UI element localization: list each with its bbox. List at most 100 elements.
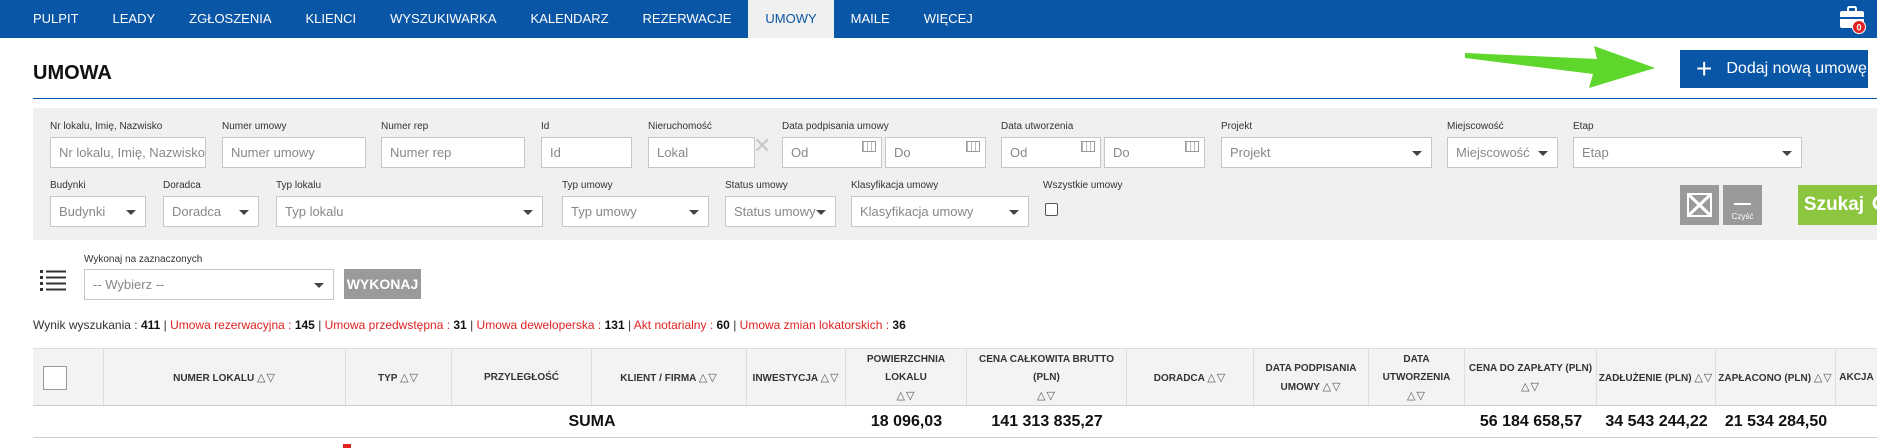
sum-cena-do-zaplaty: 56 184 658,57	[1479, 413, 1583, 430]
wszystkie-umowy-checkbox[interactable]	[1045, 203, 1058, 216]
sort-arrows-icon[interactable]: △▽	[1037, 390, 1056, 402]
search-button[interactable]: Szukaj	[1798, 185, 1877, 225]
nav-item-pulpit[interactable]: PULPIT	[16, 0, 96, 38]
filter-panel: Nr lokalu, Imię, Nazwisko Nr lokalu, Imi…	[33, 108, 1877, 240]
budynki-select-value: Budynki	[59, 204, 106, 219]
stats-item[interactable]: Umowa rezerwacyjna :	[170, 318, 291, 332]
filter-numer-umowy: Numer umowy Numer umowy	[222, 121, 366, 168]
clear-button[interactable]: Czyść	[1723, 185, 1762, 225]
sort-arrows-icon[interactable]: △▽	[821, 372, 840, 384]
th-typ[interactable]: TYP △▽	[346, 349, 452, 407]
th-powierzchnia[interactable]: POWIERZCHNIA LOKALU △▽	[846, 349, 967, 407]
nav-item-zgloszenia[interactable]: ZGŁOSZENIA	[172, 0, 288, 38]
th-label: ZAPŁACONO (PLN)	[1718, 372, 1812, 384]
th-select	[33, 349, 104, 407]
doradca-select[interactable]: Doradca	[163, 196, 259, 227]
add-contract-button[interactable]: + Dodaj nową umowę	[1680, 50, 1868, 88]
nav-item-klienci[interactable]: KLIENCI	[289, 0, 374, 38]
nav-item-umowy[interactable]: UMOWY	[748, 0, 834, 38]
bulk-action-select[interactable]: -- Wybierz --	[84, 269, 334, 300]
filter-label: Numer umowy	[222, 121, 287, 132]
data-podpisania-do-input[interactable]: Do	[885, 137, 986, 168]
nav-item-rezerwacje[interactable]: REZERWACJE	[626, 0, 749, 38]
nav-item-wyszukiwarka[interactable]: WYSZUKIWARKA	[373, 0, 513, 38]
filter-label: Nr lokalu, Imię, Nazwisko	[50, 121, 163, 132]
filter-wszystkie-umowy: Wszystkie umowy	[1043, 180, 1143, 192]
nav-item-wiecej[interactable]: WIĘCEJ	[907, 0, 990, 38]
numer-rep-input[interactable]: Numer rep	[381, 137, 525, 168]
sort-arrows-icon[interactable]: △▽	[1814, 372, 1833, 384]
th-data-podpisania[interactable]: DATA PODPISANIA UMOWY △▽	[1254, 349, 1369, 407]
stats-label: Wynik wyszukania :	[33, 318, 138, 332]
calendar-icon[interactable]	[862, 141, 876, 152]
typ-lokalu-select[interactable]: Typ lokalu	[276, 196, 543, 227]
filter-label: Numer rep	[381, 121, 429, 132]
stats-item[interactable]: Umowa przedwstępna :	[325, 318, 450, 332]
filter-miejscowosc: Miejscowość Miejscowość	[1447, 121, 1558, 168]
data-podpisania-od-input[interactable]: Od	[782, 137, 882, 168]
list-icon[interactable]	[40, 268, 66, 292]
plus-icon: +	[1696, 53, 1713, 84]
filter-label: Data utworzenia	[1001, 121, 1074, 132]
sort-arrows-icon[interactable]: △▽	[897, 390, 916, 402]
nav-item-maile[interactable]: MAILE	[834, 0, 907, 38]
th-klient[interactable]: KLIENT / FIRMA △▽	[592, 349, 747, 407]
doradca-select-value: Doradca	[172, 204, 222, 219]
nav-item-kalendarz[interactable]: KALENDARZ	[514, 0, 626, 38]
nr-lokalu-input[interactable]: Nr lokalu, Imię, Nazwisko	[50, 137, 206, 168]
typ-umowy-select[interactable]: Typ umowy	[562, 196, 709, 227]
th-numer-lokalu[interactable]: NUMER LOKALU △▽	[104, 349, 346, 407]
th-doradca[interactable]: DORADCA △▽	[1127, 349, 1254, 407]
bulk-action-select-value: -- Wybierz --	[93, 277, 165, 292]
data-utworzenia-od-input[interactable]: Od	[1001, 137, 1101, 168]
budynki-select[interactable]: Budynki	[50, 196, 146, 227]
th-data-utworzenia[interactable]: DATA UTWORZENIA △▽	[1369, 349, 1465, 407]
th-cena-calkowita[interactable]: CENA CAŁKOWITA BRUTTO (PLN) △▽	[967, 349, 1127, 407]
numer-umowy-input[interactable]: Numer umowy	[222, 137, 366, 168]
th-przyleglosc: PRZYLEGŁOŚĆ	[452, 349, 592, 407]
th-cena-do-zaplaty[interactable]: CENA DO ZAPŁATY (PLN) △▽	[1465, 349, 1597, 407]
miejscowosc-select[interactable]: Miejscowość	[1447, 137, 1558, 168]
th-label: AKCJA	[1839, 372, 1874, 383]
sort-arrows-icon[interactable]: △▽	[699, 372, 718, 384]
calendar-icon[interactable]	[1185, 141, 1199, 152]
date-to-text: Do	[894, 145, 911, 160]
etap-select[interactable]: Etap	[1573, 137, 1802, 168]
filter-typ-lokalu: Typ lokalu Typ lokalu	[276, 180, 543, 227]
stats-item-value: 131	[604, 318, 625, 332]
chevron-down-icon	[1009, 210, 1019, 215]
clear-filters-x-button[interactable]	[1680, 185, 1719, 225]
th-zadluzenie[interactable]: ZADŁUŻENIE (PLN) △▽	[1597, 349, 1716, 407]
status-umowy-select[interactable]: Status umowy	[725, 196, 836, 227]
id-input[interactable]: Id	[541, 137, 632, 168]
stats-item[interactable]: Umowa zmian lokatorskich :	[740, 318, 889, 332]
klasyfikacja-select[interactable]: Klasyfikacja umowy	[851, 196, 1029, 227]
nieruchomosc-input[interactable]: Lokal	[648, 137, 755, 168]
sort-arrows-icon[interactable]: △▽	[1694, 372, 1713, 384]
stats-item[interactable]: Akt notarialny :	[634, 318, 713, 332]
table-header: NUMER LOKALU △▽ TYP △▽ PRZYLEGŁOŚĆ KLIEN…	[33, 348, 1877, 407]
search-stats: Wynik wyszukania : 411 | Umowa rezerwacy…	[33, 318, 906, 332]
clear-x-icon[interactable]: ✕	[753, 133, 771, 159]
sort-arrows-icon[interactable]: △▽	[1323, 381, 1342, 393]
calendar-icon[interactable]	[1081, 141, 1095, 152]
th-zaplacono[interactable]: ZAPŁACONO (PLN) △▽	[1716, 349, 1836, 407]
calendar-icon[interactable]	[966, 141, 980, 152]
filter-label: Wszystkie umowy	[1043, 180, 1123, 191]
sort-arrows-icon[interactable]: △▽	[1407, 390, 1426, 402]
th-label: KLIENT / FIRMA	[620, 372, 697, 384]
filter-status-umowy: Status umowy Status umowy	[725, 180, 836, 227]
sort-arrows-icon[interactable]: △▽	[257, 372, 276, 384]
execute-button[interactable]: WYKONAJ	[344, 269, 421, 299]
projekt-select[interactable]: Projekt	[1221, 137, 1432, 168]
sort-arrows-icon[interactable]: △▽	[1207, 372, 1226, 384]
th-inwestycja[interactable]: INWESTYCJA △▽	[747, 349, 846, 407]
stats-item[interactable]: Umowa deweloperska :	[477, 318, 602, 332]
nav-item-leady[interactable]: LEADY	[96, 0, 173, 38]
sort-arrows-icon[interactable]: △▽	[1521, 381, 1540, 393]
sort-arrows-icon[interactable]: △▽	[400, 372, 419, 384]
select-all-checkbox[interactable]	[43, 366, 67, 390]
clear-label: Czyść	[1731, 212, 1754, 221]
data-utworzenia-do-input[interactable]: Do	[1104, 137, 1205, 168]
briefcase-notification-icon[interactable]: 0	[1839, 4, 1867, 34]
